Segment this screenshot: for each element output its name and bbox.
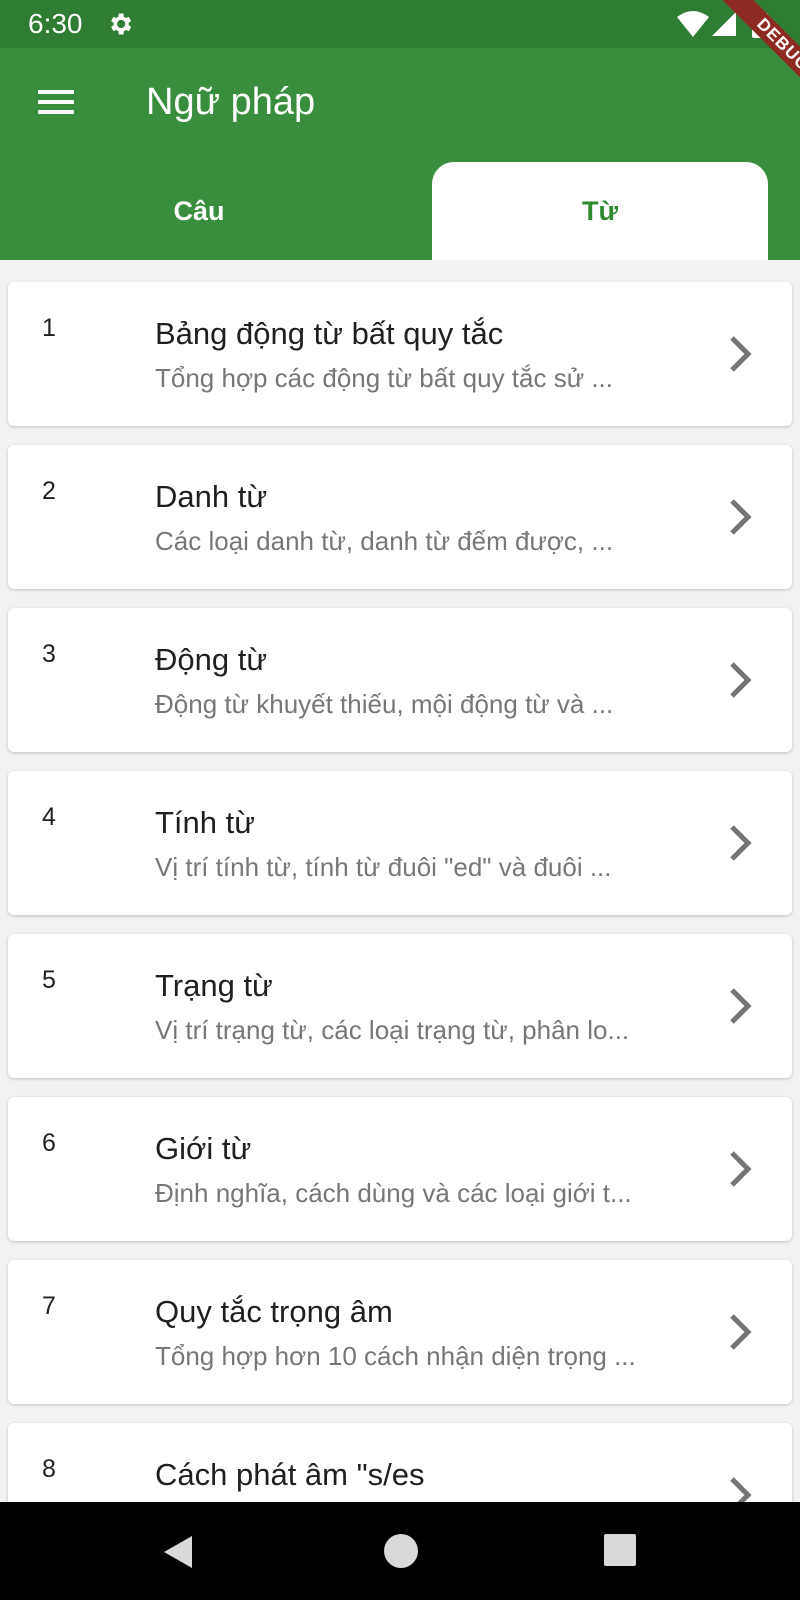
chevron-right-icon: [730, 662, 752, 698]
chevron-right-icon: [730, 1151, 752, 1187]
item-subtitle: Tổng hợp các động từ bất quy tắc sử ...: [155, 363, 613, 393]
back-icon[interactable]: [160, 1532, 196, 1572]
menu-button[interactable]: [28, 74, 84, 130]
tab-tu[interactable]: Từ: [432, 162, 768, 260]
item-number: 6: [42, 1129, 56, 1157]
item-subtitle: Các loại danh từ, danh từ đếm được, ...: [155, 526, 614, 556]
item-title: Trạng từ: [155, 968, 273, 1003]
tab-label: Từ: [581, 195, 619, 226]
item-title: Tính từ: [155, 805, 256, 840]
page-title: Ngữ pháp: [146, 81, 316, 123]
chevron-right-icon: [730, 988, 752, 1024]
item-subtitle: Tổng hợp hơn 10 cách nhận diện trọng ...: [155, 1341, 636, 1371]
item-title: Cách phát âm "s/es: [155, 1457, 425, 1492]
chevron-right-icon: [730, 336, 752, 372]
item-title: Bảng động từ bất quy tắc: [155, 316, 504, 351]
list-item[interactable]: 5 Trạng từ Vị trí trạng từ, các loại trạ…: [8, 934, 792, 1078]
item-subtitle: Động từ khuyết thiếu, mội động từ và ...: [155, 689, 614, 719]
chevron-right-icon: [730, 825, 752, 861]
list-item[interactable]: 1 Bảng động từ bất quy tắc Tổng hợp các …: [8, 282, 792, 426]
chevron-right-icon: [730, 499, 752, 535]
item-number: 3: [42, 640, 56, 668]
tab-label: Câu: [173, 195, 225, 226]
item-number: 8: [42, 1455, 56, 1483]
list-item[interactable]: 3 Động từ Động từ khuyết thiếu, mội động…: [8, 608, 792, 752]
list-item[interactable]: 7 Quy tắc trọng âm Tổng hợp hơn 10 cách …: [8, 1260, 792, 1404]
home-icon[interactable]: [384, 1534, 418, 1568]
item-title: Danh từ: [155, 479, 268, 514]
item-title: Quy tắc trọng âm: [155, 1294, 393, 1329]
item-subtitle: Định nghĩa, cách dùng và các loại giới t…: [155, 1178, 632, 1208]
item-title: Giới từ: [155, 1131, 252, 1166]
item-number: 2: [42, 477, 56, 505]
item-number: 4: [42, 803, 56, 831]
chevron-right-icon: [730, 1314, 752, 1350]
gear-icon: [111, 13, 132, 35]
list-item[interactable]: 4 Tính từ Vị trí tính từ, tính từ đuôi "…: [8, 771, 792, 915]
item-title: Động từ: [155, 642, 268, 677]
item-number: 7: [42, 1292, 56, 1320]
item-number: 5: [42, 966, 56, 994]
item-number: 1: [42, 314, 56, 342]
item-subtitle: Vị trí trạng từ, các loại trạng từ, phân…: [155, 1015, 630, 1045]
tab-cau[interactable]: Câu: [34, 162, 364, 260]
recent-apps-icon[interactable]: [604, 1534, 636, 1566]
system-nav-bar: [0, 1502, 800, 1600]
item-subtitle: Vị trí tính từ, tính từ đuôi "ed" và đuô…: [155, 852, 612, 882]
status-time: 6:30: [28, 8, 83, 39]
list-item[interactable]: 2 Danh từ Các loại danh từ, danh từ đếm …: [8, 445, 792, 589]
grammar-list: 1 Bảng động từ bất quy tắc Tổng hợp các …: [8, 282, 792, 1586]
list-item[interactable]: 6 Giới từ Định nghĩa, cách dùng và các l…: [8, 1097, 792, 1241]
debug-banner: DEBUG: [680, 0, 800, 120]
debug-banner-label: DEBUG: [715, 0, 800, 113]
